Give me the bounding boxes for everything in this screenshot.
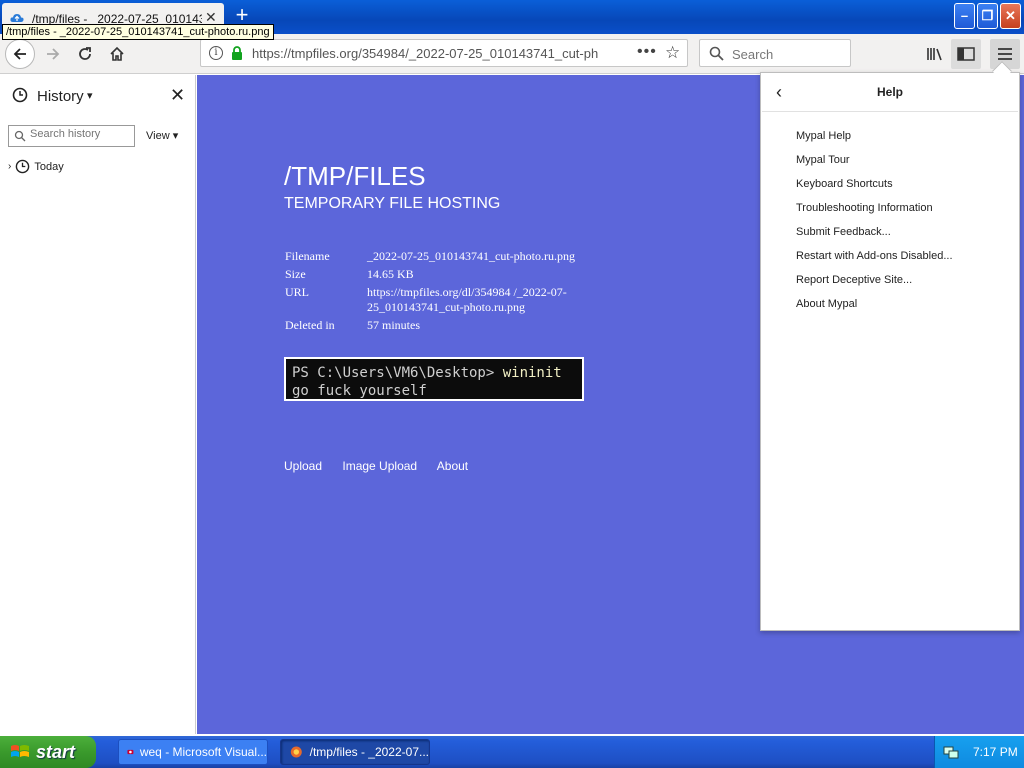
menu-item-mypal-help[interactable]: Mypal Help [796,124,953,148]
history-item-label: Today [34,160,64,173]
start-label: start [36,741,76,762]
view-label: View [146,130,170,142]
info-value: 14.65 KB [367,267,414,281]
home-icon [110,46,124,61]
info-value: _2022-07-25_010143741_cut-photo.ru.png [367,249,575,263]
address-bar[interactable]: i https://tmpfiles.org/354984/_2022-07-2… [200,39,688,67]
terminal-command: wininit [502,365,562,381]
reload-button[interactable] [70,39,100,69]
terminal-output: go fuck yourself [292,383,427,399]
back-arrow-icon [13,48,26,60]
system-tray: 7:17 PM [934,736,1024,768]
search-icon [14,130,26,142]
bookmark-star-icon[interactable]: ☆ [665,43,680,63]
info-row-filename: Filename _2022-07-25_010143741_cut-photo… [285,249,597,264]
clock-icon [12,87,28,103]
info-value: 57 minutes [367,318,420,332]
cloud-upload-icon [10,14,24,22]
clock-icon [16,159,30,174]
footer-links: Upload Image Upload About [284,459,485,473]
terminal-screenshot-image: PS C:\Users\VM6\Desktop> wininit go fuck… [284,357,584,401]
back-button[interactable] [5,39,35,69]
url-text: https://tmpfiles.org/354984/_2022-07-25_… [252,46,599,61]
info-row-deleted-in: Deleted in 57 minutes [285,318,597,333]
menu-item-report-deceptive-site[interactable]: Report Deceptive Site... [796,268,953,292]
help-menu-title: Help [876,85,903,99]
home-button[interactable] [102,39,132,69]
hamburger-menu-icon [998,48,1012,60]
terminal-prompt: PS C:\Users\VM6\Desktop> [292,365,503,381]
menu-item-restart-addons-disabled[interactable]: Restart with Add-ons Disabled... [796,244,953,268]
menu-item-keyboard-shortcuts[interactable]: Keyboard Shortcuts [796,172,953,196]
info-icon[interactable]: i [209,46,223,60]
windows-logo-icon [11,745,29,757]
app-icon [127,749,134,755]
reload-icon [79,47,91,60]
menu-item-troubleshooting[interactable]: Troubleshooting Information [796,196,953,220]
site-subtitle: TEMPORARY FILE HOSTING [284,195,501,212]
taskbar-item-visual-studio[interactable]: weq - Microsoft Visual... [118,739,268,765]
taskbar-item-label: weq - Microsoft Visual... [139,745,267,759]
sidebar-icon [957,47,975,61]
window-controls: – ❐ ✕ [954,3,1021,29]
start-button[interactable]: start [0,736,96,768]
network-icon[interactable] [943,744,959,760]
file-info-table: Filename _2022-07-25_010143741_cut-photo… [285,249,597,336]
menu-item-about-mypal[interactable]: About Mypal [796,292,953,316]
view-menu-button[interactable]: View ▾ [146,129,178,142]
search-bar[interactable]: Search [699,39,851,67]
info-label: Size [285,267,306,281]
help-menu-panel: ‹ Help Mypal Help Mypal Tour Keyboard Sh… [760,61,1020,631]
history-item-today[interactable]: › Today [8,159,64,174]
page-actions-icon[interactable]: ••• [637,43,657,61]
lock-icon [232,46,242,60]
about-link[interactable]: About [437,459,468,473]
restore-button[interactable]: ❐ [977,3,998,29]
navigation-toolbar: i https://tmpfiles.org/354984/_2022-07-2… [0,34,1024,74]
history-search-input[interactable] [30,128,130,140]
library-button[interactable] [920,39,950,69]
image-upload-link[interactable]: Image Upload [342,459,417,473]
info-label: Filename [285,249,330,263]
info-row-url: URL https://tmpfiles.org/dl/354984 /_202… [285,285,597,315]
help-menu-list: Mypal Help Mypal Tour Keyboard Shortcuts… [796,124,953,316]
tab-tooltip: /tmp/files - _2022-07-25_010143741_cut-p… [2,24,274,40]
search-placeholder: Search [732,47,774,62]
info-row-size: Size 14.65 KB [285,267,597,282]
forward-arrow-icon [47,48,60,60]
info-label: URL [285,285,309,299]
menu-item-mypal-tour[interactable]: Mypal Tour [796,148,953,172]
close-window-button[interactable]: ✕ [1000,3,1021,29]
clock-time[interactable]: 7:17 PM [973,745,1018,759]
divider [762,111,1018,112]
history-search-field[interactable] [8,125,135,147]
history-sidebar: History ▾ ✕ View ▾ › Today [0,75,196,734]
upload-link[interactable]: Upload [284,459,322,473]
forward-button[interactable] [38,39,68,69]
info-label: Deleted in [285,318,335,332]
file-url-link[interactable]: https://tmpfiles.org/dl/354984 /_2022-07… [367,285,587,315]
site-title: /TMP/FILES [284,161,426,191]
taskbar: start weq - Microsoft Visual... /tmp/fil… [0,736,1024,768]
menu-item-submit-feedback[interactable]: Submit Feedback... [796,220,953,244]
library-icon [927,48,942,61]
taskbar-item-browser[interactable]: /tmp/files - _2022-07... [280,739,430,765]
sidebar-toggle-button[interactable] [951,39,981,69]
chevron-down-icon[interactable]: ▾ [87,89,93,102]
expand-chevron-icon[interactable]: › [8,161,11,172]
minimize-button[interactable]: – [954,3,975,29]
taskbar-item-label: /tmp/files - _2022-07... [309,745,429,759]
close-sidebar-icon[interactable]: ✕ [170,85,185,106]
sidebar-title[interactable]: History [37,88,84,105]
browser-app-icon [290,746,302,758]
search-icon [709,46,724,61]
